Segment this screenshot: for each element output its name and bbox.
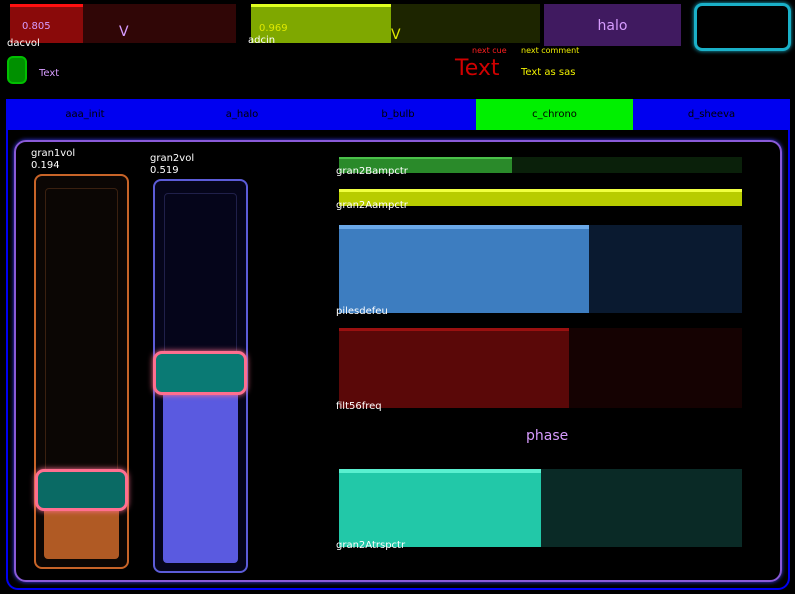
dacvol-value: 0.805	[22, 21, 51, 32]
dacvol-label: dacvol	[7, 38, 40, 49]
filt56freq-slider[interactable]	[339, 328, 742, 408]
gran2atrspctr-slider[interactable]	[339, 469, 742, 547]
tab-b-bulb[interactable]: b_bulb	[320, 99, 476, 130]
gran1vol-value: 0.194	[31, 160, 60, 171]
tab-bar: aaa_init a_halo b_bulb c_chrono d_sheeva	[6, 99, 790, 130]
next-comment-label: next comment	[521, 46, 580, 55]
gran2vol-knob[interactable]	[153, 351, 247, 395]
gran1vol-label: gran1vol	[31, 148, 76, 159]
tab-a-halo[interactable]: a_halo	[164, 99, 320, 130]
dacvol-slider[interactable]: 0.805 V	[10, 4, 236, 43]
tab-d-sheeva[interactable]: d_sheeva	[633, 99, 790, 130]
gran1vol-knob[interactable]	[35, 469, 128, 511]
adcin-unit: V	[391, 27, 401, 43]
dacvol-unit: V	[119, 24, 129, 40]
adcin-label: adcin	[248, 35, 276, 46]
gran2vol-value: 0.519	[150, 165, 179, 176]
cue-text: Text	[455, 56, 500, 81]
phase-label: phase	[526, 428, 569, 444]
pilesdefeu-slider[interactable]	[339, 225, 742, 313]
tab-c-chrono[interactable]: c_chrono	[476, 99, 633, 130]
text-toggle-label: Text	[39, 68, 60, 79]
gran2vol-fill	[163, 367, 238, 563]
pilesdefeu-label: pilesdefeu	[336, 306, 388, 317]
gran2bampctr-label: gran2Bampctr	[336, 166, 408, 177]
next-cue-label: next cue	[472, 46, 507, 55]
filt56freq-fill	[339, 328, 569, 408]
pilesdefeu-fill	[339, 225, 589, 313]
gran2atrspctr-label: gran2Atrspctr	[336, 540, 406, 551]
halo-button[interactable]: halo	[544, 4, 681, 46]
gran2vol-label: gran2vol	[150, 153, 195, 164]
comment-text: Text as sas	[521, 67, 576, 78]
adcin-slider[interactable]: 0.969 V	[251, 4, 540, 43]
gran2atrspctr-fill	[339, 469, 541, 547]
empty-box-button[interactable]	[694, 3, 791, 51]
halo-button-label: halo	[597, 18, 628, 34]
filt56freq-label: filt56freq	[336, 401, 382, 412]
tab-aaa-init[interactable]: aaa_init	[6, 99, 164, 130]
text-toggle[interactable]	[7, 56, 27, 84]
adcin-value: 0.969	[259, 23, 288, 34]
gran2aampctr-label: gran2Aampctr	[336, 200, 408, 211]
